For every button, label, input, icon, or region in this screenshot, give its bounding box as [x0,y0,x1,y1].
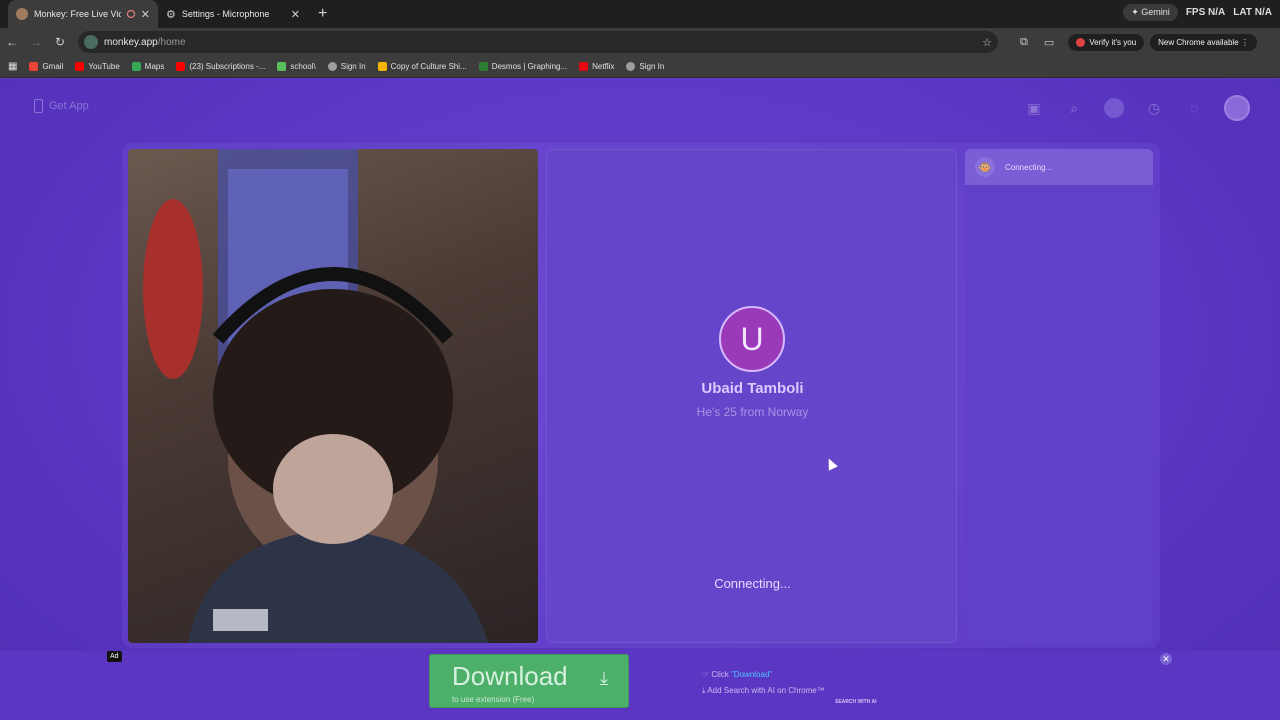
bookmark-label: Desmos | Graphing... [491,62,568,71]
ad-line-2: ⤓ Add Search with AI on Chrome™ [702,686,825,695]
bookmark-maps[interactable]: Maps [131,62,165,71]
url-path: /home [157,36,186,48]
chat-panel: 🐵 Connecting... [965,149,1153,643]
close-tab-icon[interactable]: ✕ [291,8,300,21]
apps-grid-icon[interactable]: ▦ [8,61,17,72]
search-icon[interactable]: ⌕ [1064,98,1084,118]
tab-monkey[interactable]: Monkey: Free Live Video Ch ✕ [8,0,158,28]
bookmark-school[interactable]: school\ [277,62,316,71]
tab-title: Settings - Microphone [181,9,270,19]
monkey-icon: 🐵 [975,157,995,177]
bookmark-netflix[interactable]: Netflix [579,62,614,71]
extensions-icon[interactable]: ⧉ [1020,36,1028,49]
bookmark-label: school\ [290,62,316,71]
cast-icon[interactable]: ▭ [1044,36,1054,49]
bookmarks-bar: ▦ Gmail YouTube Maps (23) Subscriptions … [0,56,1280,78]
ad-banner: Ad Download to use extension (Free) ⤓ ☞ … [0,651,1280,720]
download-label: Download [452,661,568,691]
bookmark-star-icon[interactable]: ☆ [982,36,992,49]
site-info-icon[interactable] [84,35,98,49]
profile-alert-icon [1076,37,1086,47]
download-icon: ⤓ [600,668,608,688]
monkey-page: Get App ▣ ⌕ ◷ ◌ U Ubaid Tamboli He's 25 … [0,79,1280,720]
new-chrome-button[interactable]: New Chrome available ⋮ [1150,33,1257,51]
bookmark-youtube[interactable]: YouTube [75,62,120,71]
bookmark-desmos[interactable]: Desmos | Graphing... [478,62,568,71]
monkey-favicon-icon [16,8,28,20]
bookmark-label: Maps [144,62,165,71]
chat-status: Connecting... [1005,162,1053,172]
fps-readout: FPS N/A [1185,7,1226,18]
slides-icon [377,62,387,71]
forward-icon[interactable]: → [24,35,48,49]
bookmark-label: Gmail [42,62,64,71]
school-icon [277,62,287,71]
history-icon[interactable]: ◷ [1144,98,1164,118]
ad-instructions: ☞ Click "Download" ⤓ Add Search with AI … [702,667,825,699]
close-tab-icon[interactable]: ✕ [141,8,150,21]
close-ad-icon[interactable]: ✕ [1160,653,1172,665]
youtube-icon [75,62,85,71]
ad-line-1: ☞ Click "Download" [702,670,773,679]
phone-icon [34,99,43,113]
bookmark-gmail[interactable]: Gmail [29,62,63,71]
mouse-cursor-icon [824,456,838,471]
new-chrome-label: New Chrome available [1158,37,1239,47]
download-button[interactable]: Download to use extension (Free) ⤓ [429,654,629,708]
chat-header: 🐵 Connecting... [965,149,1153,185]
verify-button[interactable]: Verify it's you [1068,33,1145,51]
stranger-avatar: U [719,306,785,372]
back-icon[interactable]: ← [0,35,24,49]
profile-avatar[interactable] [1224,95,1250,121]
webcam-feed [143,149,488,643]
stranger-panel: U Ubaid Tamboli He's 25 from Norway Conn… [546,149,957,643]
lat-readout: LAT N/A [1233,7,1272,18]
youtube-icon [176,62,186,71]
tab-bar: Monkey: Free Live Video Ch ✕ ⚙ Settings … [0,0,1280,28]
bookmark-label: Sign In [340,62,366,71]
gift-icon[interactable]: ▣ [1024,98,1044,118]
tab-title: Monkey: Free Live Video Ch [34,9,121,19]
bookmark-culture[interactable]: Copy of Culture Shi... [377,62,467,71]
maps-icon [131,62,141,71]
download-sublabel: to use extension (Free) [452,695,535,704]
address-bar[interactable]: monkey.app/home ☆ [78,31,998,53]
recording-icon [126,10,135,18]
bookmark-sign-in-2[interactable]: Sign In [626,62,664,71]
stranger-subtitle: He's 25 from Norway [696,405,809,419]
browser-toolbar: ← → ↻ monkey.app/home ☆ ⧉ ▭ Verify it's … [0,28,1280,56]
gemini-button[interactable]: ✦ Gemini [1123,4,1178,21]
stranger-name: Ubaid Tamboli [701,380,804,397]
search-ai-logo: SEARCH WITH AI [835,699,877,705]
bookmark-label: YouTube [88,62,120,71]
bookmark-subscriptions[interactable]: (23) Subscriptions -... [176,62,265,71]
new-tab-button[interactable]: + [308,0,337,28]
gear-icon: ⚙ [166,8,176,21]
bookmark-label: (23) Subscriptions -... [189,62,266,71]
top-nav-icons: ▣ ⌕ ◷ ◌ [1024,95,1250,121]
reload-icon[interactable]: ↻ [48,35,72,49]
url-host: monkey.app [104,36,158,48]
chat-icon[interactable]: ◌ [1184,98,1204,118]
friends-icon[interactable] [1104,98,1124,118]
bookmark-label: Netflix [592,62,615,71]
connection-status: Connecting... [714,576,791,591]
verify-label: Verify it's you [1089,37,1137,47]
bookmark-label: Copy of Culture Shi... [390,62,467,71]
gmail-icon [29,62,39,71]
bookmark-label: Sign In [639,62,665,71]
desmos-icon [478,62,488,71]
get-app-label: Get App [49,100,89,112]
self-video [128,149,538,643]
tabbar-right: ✦ Gemini FPS N/A LAT N/A [1123,4,1272,21]
ad-tag: Ad [107,651,122,662]
get-app-button[interactable]: Get App [34,99,89,113]
globe-icon [626,62,636,71]
bookmark-sign-in[interactable]: Sign In [327,62,366,71]
netflix-icon [579,62,589,71]
tab-settings-microphone[interactable]: ⚙ Settings - Microphone ✕ [158,0,308,28]
globe-icon [327,62,337,71]
